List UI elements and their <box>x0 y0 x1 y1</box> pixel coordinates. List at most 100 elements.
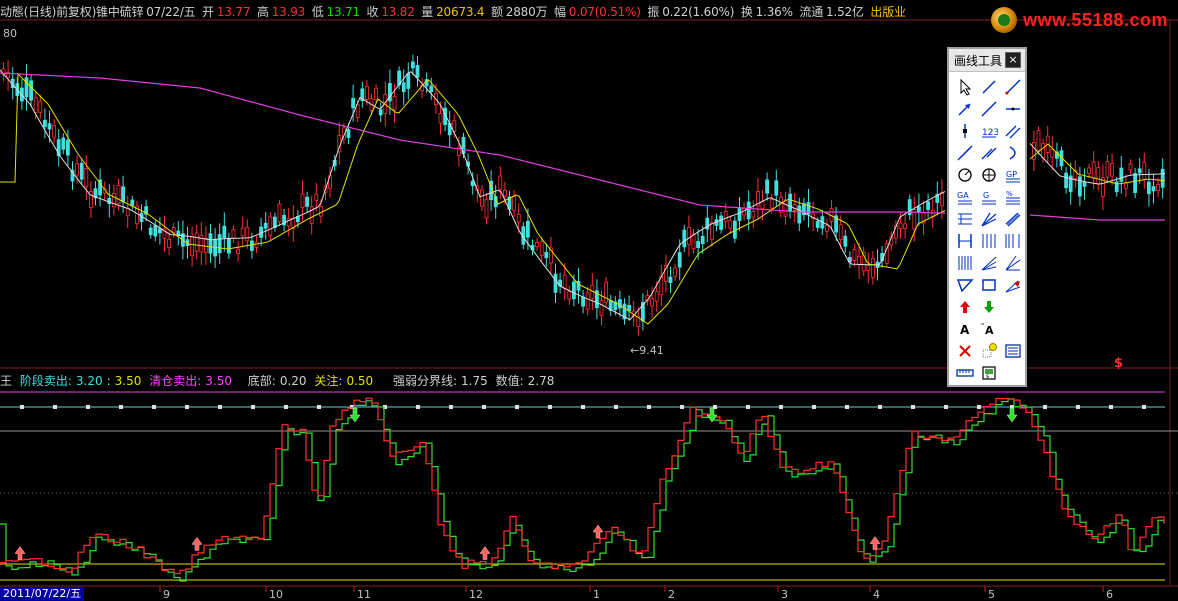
gp-icon[interactable]: GP <box>1002 164 1024 186</box>
delete-icon[interactable] <box>954 340 976 362</box>
candle-down <box>29 80 34 101</box>
stage-sell-marker <box>878 405 882 409</box>
ray-icon[interactable] <box>1002 76 1024 98</box>
down-arrow-icon[interactable] <box>978 296 1000 318</box>
candle-down <box>581 296 585 307</box>
candle-up <box>562 274 567 289</box>
candle-up <box>116 184 121 205</box>
stage-sell-marker <box>1043 405 1047 409</box>
fib-time-icon[interactable] <box>1002 230 1024 252</box>
candle-down <box>544 251 549 259</box>
low-price-value: 9.41 <box>639 344 664 357</box>
candle-up <box>1050 149 1055 158</box>
value-value: 2.78 <box>527 374 555 388</box>
candle-up <box>516 213 521 223</box>
left-arrow-icon: ← <box>630 344 640 357</box>
candle-down <box>677 252 682 268</box>
g-icon[interactable]: G <box>978 186 1000 208</box>
month-label: 12 <box>469 588 483 601</box>
close-button[interactable]: × <box>1005 52 1021 68</box>
fan-arrow-icon[interactable] <box>1002 274 1024 296</box>
low-price-marker: ←9.41 <box>630 344 664 357</box>
value-label: 数值: <box>495 374 524 388</box>
clear-sell-label: 清仓卖出: <box>149 374 202 388</box>
stage-sell-marker <box>647 405 651 409</box>
candle-up <box>484 198 489 219</box>
candle-up <box>539 241 544 256</box>
cross-lines-icon[interactable] <box>954 142 976 164</box>
candle-up <box>1128 163 1133 171</box>
hide-icon[interactable] <box>978 340 1000 362</box>
rectangle-icon[interactable] <box>978 274 1000 296</box>
stage-sell-b: 3.50 <box>114 374 142 388</box>
candle-up <box>286 217 291 227</box>
candle-down <box>668 276 673 283</box>
candle-down <box>1147 181 1151 195</box>
arc-icon[interactable] <box>1002 142 1024 164</box>
candle-down <box>47 123 52 130</box>
candle-down <box>1151 186 1156 192</box>
candle-down <box>208 233 213 254</box>
horizontal-ray-icon[interactable] <box>1002 98 1024 120</box>
ga-icon[interactable]: GA <box>954 186 976 208</box>
candle-down <box>410 61 415 69</box>
candle-up <box>866 264 871 271</box>
candle-down <box>217 234 222 254</box>
candle-up <box>300 193 305 208</box>
candle-down <box>148 227 153 236</box>
pointer-icon[interactable] <box>954 76 976 98</box>
candle-down <box>351 97 356 109</box>
line-icon[interactable] <box>978 76 1000 98</box>
extended-line-icon[interactable] <box>978 98 1000 120</box>
up-arrow-icon[interactable] <box>954 296 976 318</box>
circle-icon[interactable] <box>954 164 976 186</box>
candle-up <box>167 238 172 248</box>
candle-up <box>825 225 829 232</box>
fibonacci-icon[interactable] <box>954 208 976 230</box>
drawing-tools-title-bar[interactable]: 画线工具 × <box>949 49 1025 72</box>
text-icon[interactable]: A <box>954 318 976 340</box>
float-value: 1.52亿 <box>826 5 864 19</box>
parallel-lines-icon[interactable] <box>1002 120 1024 142</box>
gann-fan-icon[interactable] <box>978 164 1000 186</box>
candle-up <box>1091 161 1096 179</box>
candle-down <box>346 129 351 138</box>
candle-up <box>1096 167 1101 184</box>
divide-value: 1.75 <box>461 374 488 388</box>
list-icon[interactable] <box>1002 340 1024 362</box>
cycle-lines-icon[interactable] <box>978 230 1000 252</box>
candle-down <box>1119 167 1124 182</box>
channel-icon[interactable] <box>1002 208 1024 230</box>
double-lines-icon[interactable] <box>978 142 1000 164</box>
drawing-tools-panel[interactable]: 画线工具 × 123 GP GA G% A A " $ <box>947 47 1027 387</box>
candle-up <box>1105 160 1110 178</box>
stage-sell-marker <box>977 405 981 409</box>
candle-up <box>650 298 654 307</box>
fan-lines-icon[interactable] <box>978 252 1000 274</box>
arrow-line-icon[interactable] <box>954 98 976 120</box>
wave-number-icon[interactable]: 123 <box>978 120 1000 142</box>
triangle-icon[interactable] <box>954 274 976 296</box>
candle-up <box>38 100 43 113</box>
bracket-icon[interactable] <box>954 230 976 252</box>
ruler-icon[interactable] <box>954 362 976 384</box>
candle-down <box>401 82 406 93</box>
bottom-label: 底部: <box>247 374 276 388</box>
stage-sell-marker <box>185 405 189 409</box>
vertical-segment-icon[interactable] <box>954 120 976 142</box>
candle-up <box>318 206 323 217</box>
candle-up <box>903 223 907 229</box>
save-icon[interactable]: $ <box>978 362 1000 384</box>
high-value: 13.93 <box>271 5 306 19</box>
month-label: 9 <box>163 588 170 601</box>
percent-lines-icon[interactable]: % <box>1002 186 1024 208</box>
speed-lines-icon[interactable] <box>978 208 1000 230</box>
text-note-icon[interactable]: A " <box>978 318 1000 340</box>
angle-fan-icon[interactable] <box>1002 252 1024 274</box>
sector-label: 出版业 <box>870 5 906 19</box>
candle-up <box>203 237 208 253</box>
period-icon[interactable] <box>954 252 976 274</box>
dollar-marker[interactable]: $ <box>1114 356 1123 371</box>
quote-date: 07/22/五 <box>146 5 196 19</box>
candle-up <box>1110 163 1114 177</box>
